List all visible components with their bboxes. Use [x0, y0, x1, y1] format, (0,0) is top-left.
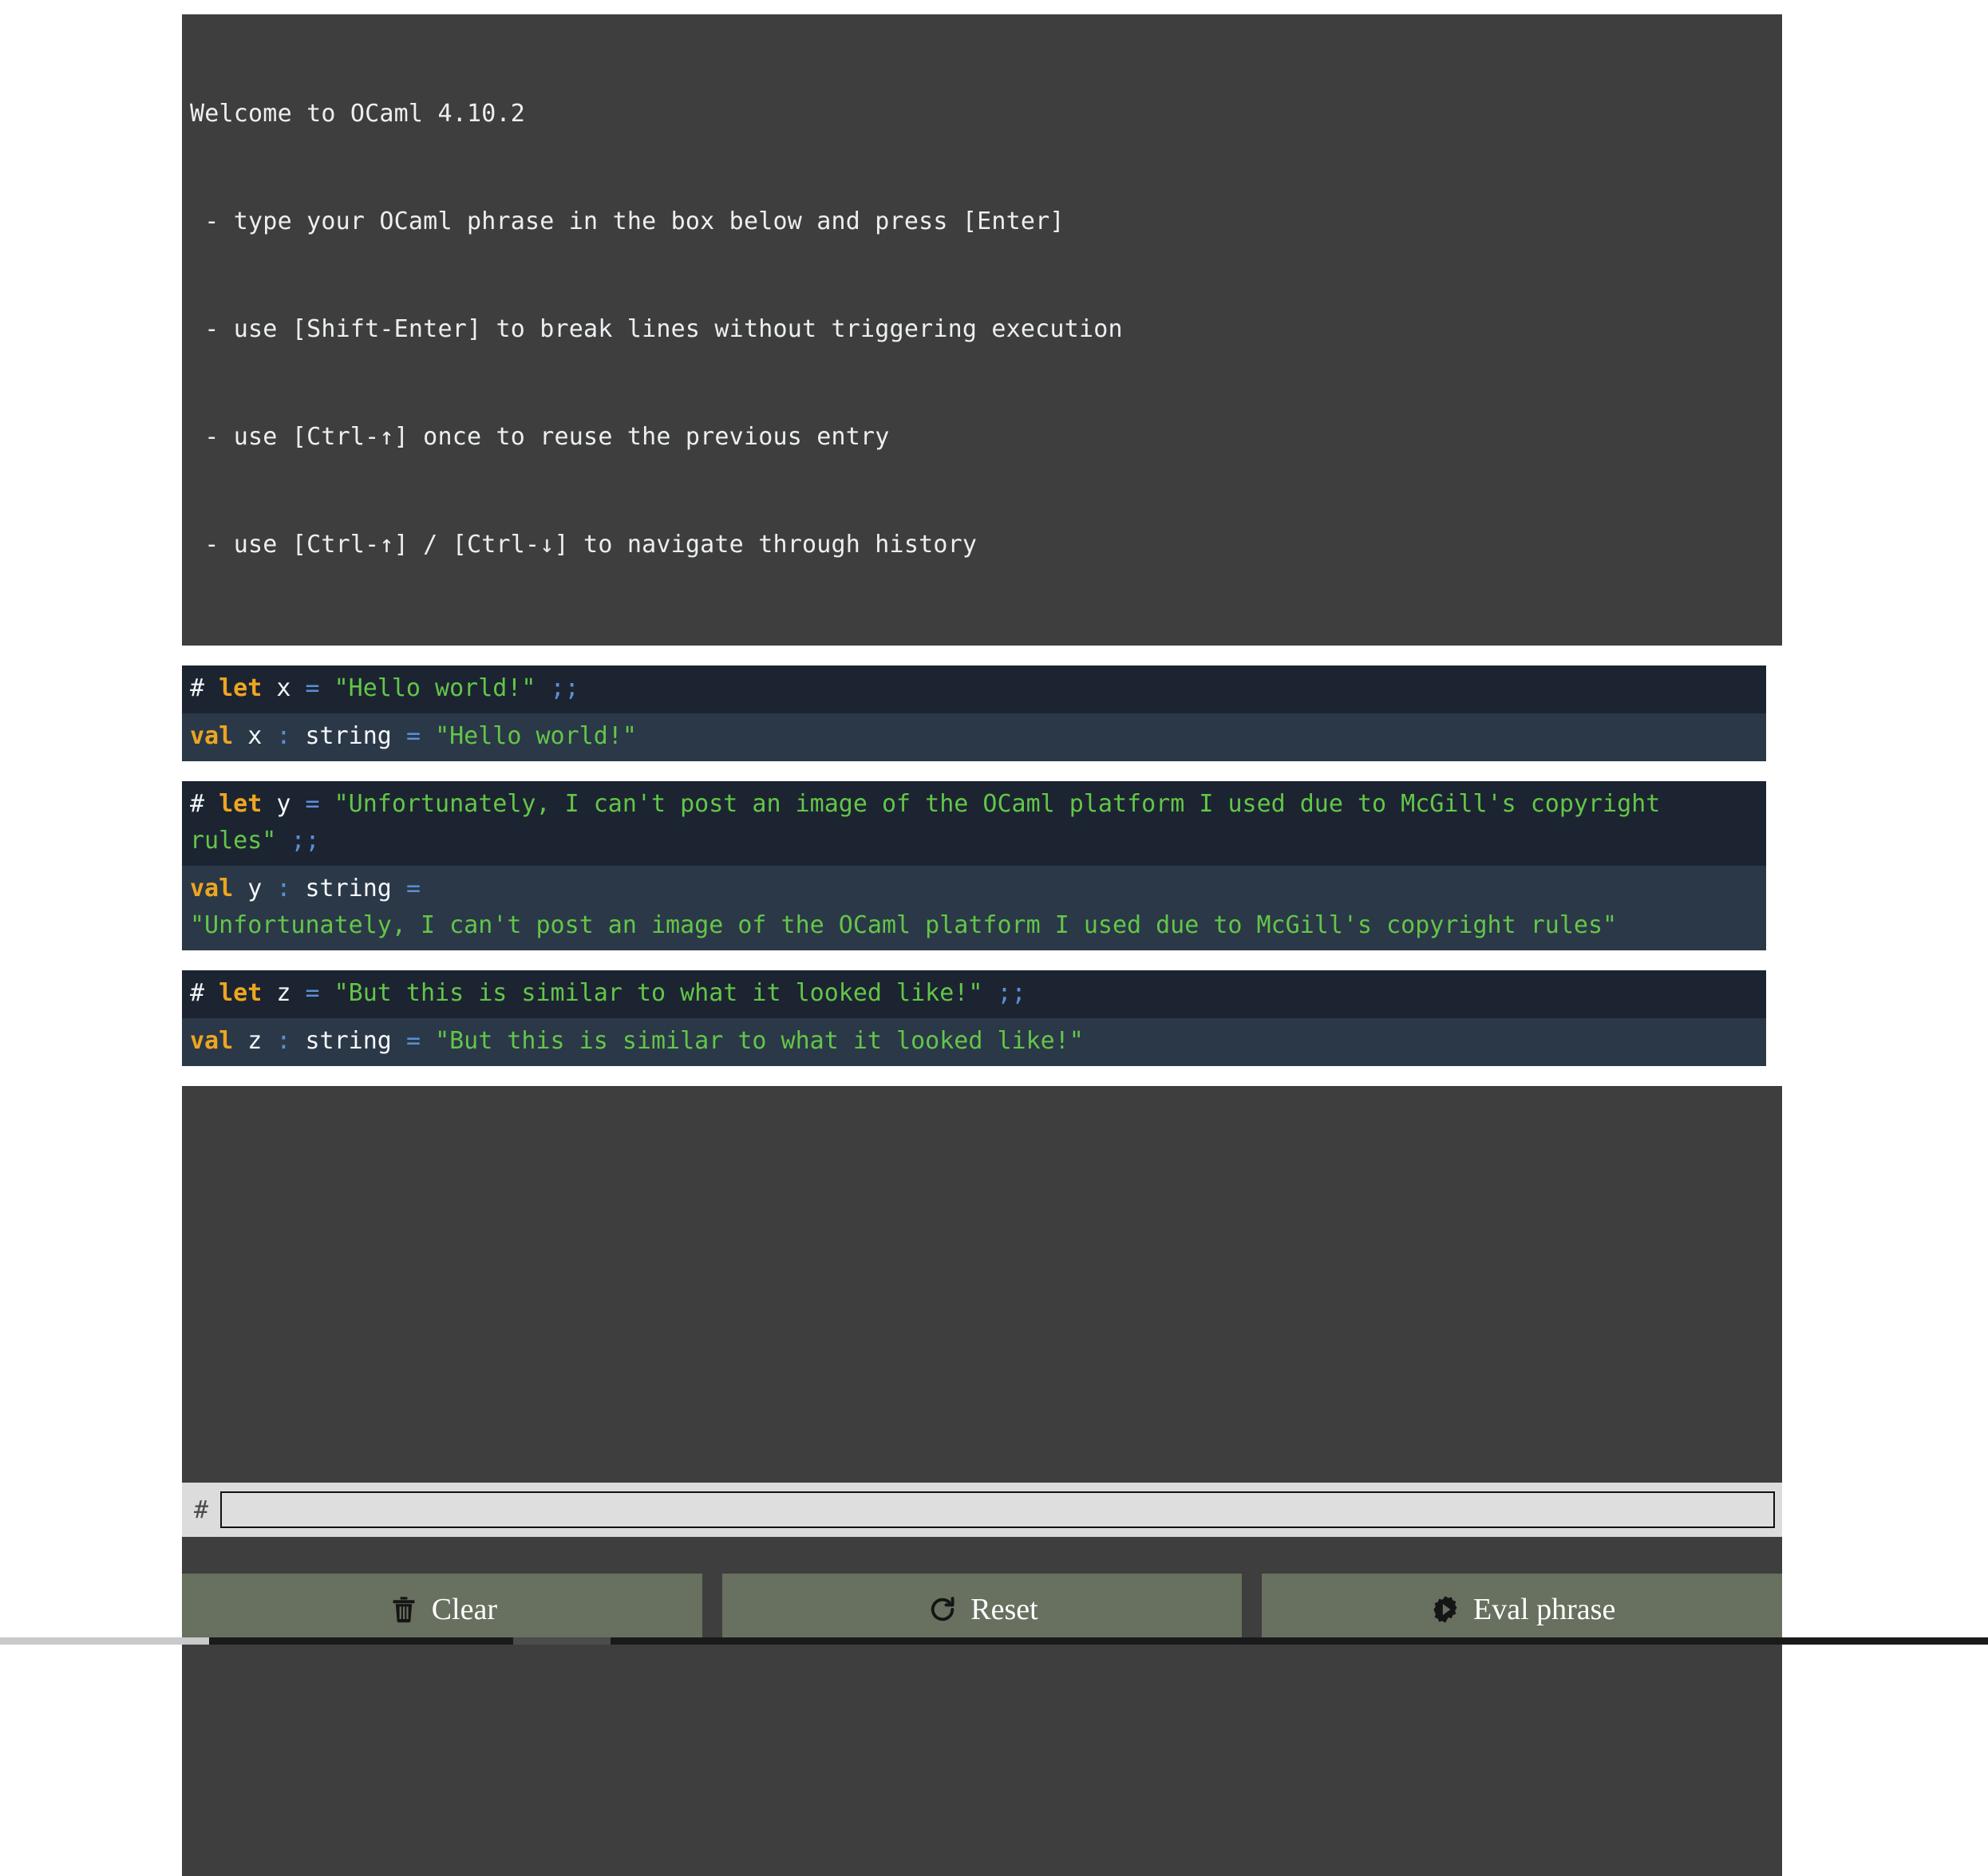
welcome-line-1: - type your OCaml phrase in the box belo… — [190, 207, 1065, 235]
repl-output-line: val z : string = "But this is similar to… — [182, 1018, 1766, 1066]
identifier: y — [276, 790, 291, 818]
repl-input-line: # let x = "Hello world!" ;; — [182, 665, 1766, 713]
chrome-segment-light — [0, 1637, 209, 1645]
keyword-val: val — [190, 875, 234, 902]
repl-block: # let x = "Hello world!" ;; val x : stri… — [182, 665, 1782, 761]
type-name: string — [305, 875, 392, 902]
operator-colon: : — [276, 722, 291, 750]
clear-button-label: Clear — [431, 1592, 497, 1626]
chrome-segment-dark-right — [611, 1637, 1988, 1645]
repl-block: # let y = "Unfortunately, I can't post a… — [182, 781, 1782, 950]
ocaml-repl-page: Welcome to OCaml 4.10.2 - type your OCam… — [0, 0, 1988, 1876]
phrase-terminator: ;; — [290, 827, 320, 855]
refresh-icon — [926, 1593, 959, 1626]
trash-icon — [387, 1593, 421, 1626]
type-name: string — [305, 722, 392, 750]
operator-equals: = — [405, 722, 421, 750]
operator-equals: = — [405, 1027, 421, 1055]
string-literal: "Unfortunately, I can't post an image of… — [190, 911, 1618, 939]
operator-equals: = — [305, 790, 320, 818]
operator-equals: = — [305, 674, 320, 702]
keyword-let: let — [219, 979, 263, 1007]
phrase-terminator: ;; — [550, 674, 579, 702]
operator-colon: : — [276, 1027, 291, 1055]
chrome-segment-mid — [513, 1637, 611, 1645]
prompt-hash-icon: # — [193, 1495, 209, 1524]
keyword-val: val — [190, 1027, 234, 1055]
repl-history: # let x = "Hello world!" ;; val x : stri… — [182, 665, 1782, 1066]
clear-button[interactable]: Clear — [182, 1574, 702, 1645]
repl-output-line: val x : string = "Hello world!" — [182, 713, 1766, 761]
operator-equals: = — [305, 979, 320, 1007]
welcome-line-2: - use [Shift-Enter] to break lines witho… — [190, 315, 1123, 343]
gear-play-icon — [1429, 1593, 1462, 1626]
prompt-hash: # — [190, 979, 205, 1007]
phrase-input-row: # — [182, 1483, 1782, 1537]
type-name: string — [305, 1027, 392, 1055]
welcome-line-4: - use [Ctrl-↑] / [Ctrl-↓] to navigate th… — [190, 531, 978, 559]
action-button-row: Clear Reset Eval phrase — [182, 1574, 1783, 1645]
operator-colon: : — [276, 875, 291, 902]
string-literal: "Hello world!" — [435, 722, 637, 750]
keyword-let: let — [219, 790, 263, 818]
identifier: z — [276, 979, 291, 1007]
reset-button[interactable]: Reset — [721, 1574, 1243, 1645]
string-literal: "But this is similar to what it looked l… — [334, 979, 983, 1007]
welcome-line-0: Welcome to OCaml 4.10.2 — [190, 100, 526, 128]
repl-output-line: val y : string = "Unfortunately, I can't… — [182, 866, 1766, 950]
string-literal: "But this is similar to what it looked l… — [435, 1027, 1084, 1055]
keyword-val: val — [190, 722, 234, 750]
eval-phrase-button[interactable]: Eval phrase — [1262, 1574, 1783, 1645]
terminal-empty-area[interactable] — [182, 1086, 1782, 1876]
reset-button-label: Reset — [970, 1592, 1038, 1626]
welcome-line-3: - use [Ctrl-↑] once to reuse the previou… — [190, 423, 890, 451]
prompt-hash: # — [190, 674, 205, 702]
prompt-hash: # — [190, 790, 205, 818]
repl-input-line: # let y = "Unfortunately, I can't post a… — [182, 781, 1766, 866]
identifier: z — [247, 1027, 263, 1055]
phrase-input[interactable] — [220, 1491, 1775, 1528]
chrome-segment-dark-left — [209, 1637, 513, 1645]
repl-block: # let z = "But this is similar to what i… — [182, 970, 1782, 1066]
eval-phrase-button-label: Eval phrase — [1473, 1592, 1616, 1626]
repl-input-line: # let z = "But this is similar to what i… — [182, 970, 1766, 1018]
string-literal: "Hello world!" — [334, 674, 536, 702]
keyword-let: let — [219, 674, 263, 702]
phrase-terminator: ;; — [997, 979, 1026, 1007]
operator-equals: = — [405, 875, 421, 902]
identifier: x — [276, 674, 291, 702]
identifier: y — [247, 875, 263, 902]
identifier: x — [247, 722, 263, 750]
string-literal: "Unfortunately, I can't post an image of… — [190, 790, 1675, 855]
welcome-banner: Welcome to OCaml 4.10.2 - type your OCam… — [182, 14, 1782, 646]
bottom-chrome-strip — [0, 1637, 1988, 1645]
